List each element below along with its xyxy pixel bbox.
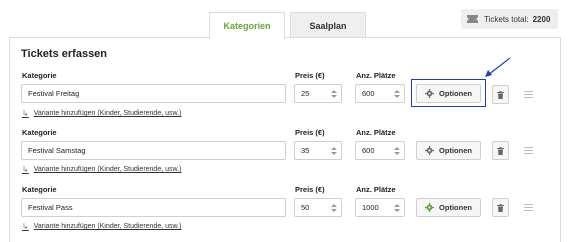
price-label: Preis (€) bbox=[295, 128, 325, 137]
price-label: Preis (€) bbox=[295, 185, 325, 194]
annotation-arrow-icon bbox=[485, 57, 511, 77]
price-label: Preis (€) bbox=[295, 71, 325, 80]
seats-value: 1000 bbox=[362, 203, 379, 212]
options-label: Optionen bbox=[439, 146, 472, 155]
drag-handle-icon[interactable] bbox=[524, 147, 533, 154]
tickets-total-value: 2200 bbox=[532, 14, 551, 24]
section-title: Tickets erfassen bbox=[21, 48, 108, 60]
trash-icon bbox=[497, 203, 504, 212]
seats-value: 600 bbox=[362, 89, 375, 98]
options-button[interactable]: Optionen bbox=[416, 141, 481, 160]
category-label: Kategorie bbox=[22, 185, 57, 194]
spinner-icon[interactable] bbox=[394, 204, 400, 212]
spinner-icon[interactable] bbox=[394, 147, 400, 155]
add-variant-link[interactable]: ↳ Variante hinzufügen (Kinder, Studierend… bbox=[22, 222, 181, 231]
add-variant-text: Variante hinzufügen (Kinder, Studierende… bbox=[33, 166, 182, 173]
price-input[interactable]: 25 bbox=[294, 84, 342, 103]
price-input[interactable]: 35 bbox=[294, 141, 342, 160]
delete-button[interactable] bbox=[492, 85, 509, 104]
spinner-icon[interactable] bbox=[394, 90, 400, 98]
options-highlight-box bbox=[411, 79, 486, 107]
spinner-icon[interactable] bbox=[331, 90, 337, 98]
drag-handle-icon[interactable] bbox=[524, 204, 533, 211]
category-label: Kategorie bbox=[22, 128, 57, 137]
ticket-icon bbox=[467, 15, 478, 23]
category-label: Kategorie bbox=[22, 71, 57, 80]
spinner-icon[interactable] bbox=[331, 147, 337, 155]
gear-icon bbox=[425, 203, 435, 212]
return-arrow-icon: ↳ bbox=[22, 109, 29, 118]
tab-saalplan[interactable]: Saalplan bbox=[290, 12, 366, 38]
category-value: Festival Pass bbox=[28, 203, 73, 212]
seats-label: Anz. Plätze bbox=[356, 128, 396, 137]
return-arrow-icon: ↳ bbox=[22, 222, 29, 231]
add-variant-link[interactable]: ↳ Variante hinzufügen (Kinder, Studierend… bbox=[22, 109, 181, 118]
delete-button[interactable] bbox=[492, 141, 509, 160]
tab-bar: Kategorien Saalplan bbox=[209, 12, 366, 39]
add-variant-text: Variante hinzufügen (Kinder, Studierende… bbox=[33, 110, 182, 117]
price-value: 35 bbox=[301, 146, 310, 155]
trash-icon bbox=[497, 146, 504, 155]
price-value: 50 bbox=[301, 203, 310, 212]
category-input[interactable]: Festival Pass bbox=[21, 198, 286, 217]
category-input[interactable]: Festival Samstag bbox=[21, 141, 286, 160]
category-value: Festival Samstag bbox=[28, 146, 86, 155]
category-value: Festival Freitag bbox=[28, 89, 80, 98]
seats-label: Anz. Plätze bbox=[356, 185, 396, 194]
add-variant-link[interactable]: ↳ Variante hinzufügen (Kinder, Studierend… bbox=[22, 165, 181, 174]
seats-label: Anz. Plätze bbox=[356, 71, 396, 80]
seats-input[interactable]: 600 bbox=[355, 84, 405, 103]
spinner-icon[interactable] bbox=[331, 204, 337, 212]
trash-icon bbox=[497, 90, 504, 99]
return-arrow-icon: ↳ bbox=[22, 165, 29, 174]
tickets-total-label: Tickets total: bbox=[484, 14, 529, 24]
tab-kategorien[interactable]: Kategorien bbox=[209, 12, 285, 39]
category-input[interactable]: Festival Freitag bbox=[21, 84, 286, 103]
delete-button[interactable] bbox=[492, 198, 509, 217]
add-variant-text: Variante hinzufügen (Kinder, Studierende… bbox=[33, 223, 182, 230]
options-label: Optionen bbox=[439, 203, 472, 212]
drag-handle-icon[interactable] bbox=[524, 91, 533, 98]
price-value: 25 bbox=[301, 89, 310, 98]
seats-value: 600 bbox=[362, 146, 375, 155]
options-button[interactable]: Optionen bbox=[416, 198, 481, 217]
tickets-total-badge: Tickets total: 2200 bbox=[461, 9, 558, 29]
price-input[interactable]: 50 bbox=[294, 198, 342, 217]
seats-input[interactable]: 600 bbox=[355, 141, 405, 160]
gear-icon bbox=[425, 146, 435, 155]
seats-input[interactable]: 1000 bbox=[355, 198, 405, 217]
